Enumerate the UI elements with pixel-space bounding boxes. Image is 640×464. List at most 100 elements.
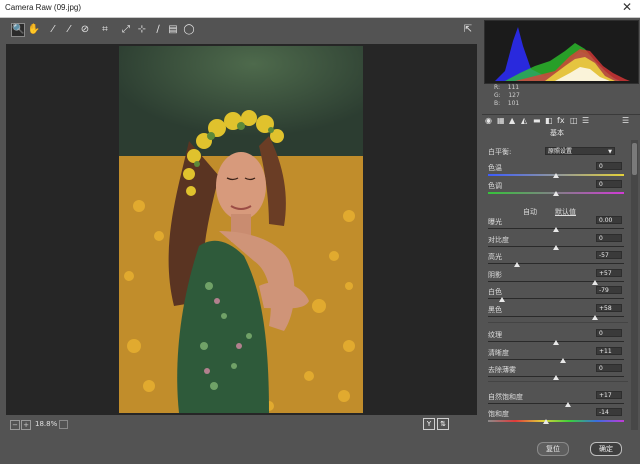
close-icon[interactable]: ✕ [622,0,632,14]
calibration-tab-icon[interactable]: ◫ [570,116,578,125]
slider-value-field[interactable]: -57 [596,251,622,259]
slider-thumb[interactable] [499,297,506,302]
effects-tab-icon[interactable]: fx [557,116,565,125]
slider-track[interactable] [488,315,624,317]
slider-label: 对比度 [488,235,509,244]
slider-value-field[interactable]: 0.00 [596,216,622,224]
slider-label: 黑色 [488,305,502,314]
slider-value-field[interactable]: 0 [596,329,622,337]
default-button[interactable]: 默认值 [555,207,576,217]
slider-value-field[interactable]: 0 [596,180,622,188]
slider-value-field[interactable]: -79 [596,286,622,294]
swap-settings-icon[interactable]: ⇅ [437,418,449,430]
scrollbar-thumb[interactable] [632,143,637,175]
panel-title: 基本 [550,129,564,137]
slider-track[interactable] [488,403,624,404]
slider-value-field[interactable]: +11 [596,346,622,355]
slider-thumb[interactable] [592,314,599,320]
ok-button[interactable]: 确定 [590,442,622,456]
preview-bottom-bar: − + 18.8% Y ⇅ [0,416,482,432]
white-balance-value: 原照设置 [548,148,573,155]
slider-label: 纹理 [488,331,502,339]
b-label: B: [494,100,501,107]
crop-tool-icon[interactable]: ⌗ [98,23,112,37]
slider-label: 去除薄雾 [488,366,516,374]
divider [488,322,628,323]
straighten-tool-icon[interactable]: ⤢ [119,23,133,37]
detail-tab-icon[interactable]: ▲ [509,116,515,125]
graduated-filter-icon[interactable]: ▤ [166,23,180,37]
slider-thumb[interactable] [553,244,559,250]
zoom-tool-icon[interactable]: 🔍 [11,23,25,37]
slider-thumb[interactable] [564,402,571,407]
spot-removal-tool-icon[interactable]: ⊹ [135,23,149,37]
open-preferences-icon[interactable]: ⇱ [461,23,475,37]
slider-label: 色调 [488,182,502,190]
slider-value-field[interactable]: +58 [596,303,622,312]
slider-label: 清晰度 [488,348,509,357]
slider-track[interactable] [488,280,624,282]
slider-track[interactable] [488,263,624,264]
adjustment-panel: R: 111 G: 127 B: 101 ◉ ▦ ▲ ◭ ▬ ◧ fx ◫ ☰ … [482,18,640,432]
slider-track[interactable] [488,298,624,299]
r-value: 111 [507,84,520,91]
before-after-toggle[interactable]: Y [423,418,435,430]
hsl-tab-icon[interactable]: ◭ [521,116,527,125]
slider-value-field[interactable]: +17 [596,391,622,399]
zoom-in-icon[interactable]: + [21,420,31,430]
white-balance-tool-icon[interactable]: ⁄ [46,23,60,37]
g-value: 127 [508,92,520,99]
adjustment-brush-icon[interactable]: ∕ [151,23,165,37]
basic-tab-icon[interactable]: ◉ [485,116,492,125]
slider-label: 白色 [488,288,502,296]
slider-thumb[interactable] [553,340,559,345]
white-balance-label: 白平衡: [488,148,512,156]
slider-thumb[interactable] [543,419,550,424]
slider-value-field[interactable]: 0 [596,364,622,372]
slider-label: 自然饱和度 [488,393,523,401]
slider-thumb[interactable] [591,279,598,285]
slider-value-field[interactable]: +57 [596,268,622,277]
slider-thumb[interactable] [553,173,559,178]
tone-curve-tab-icon[interactable]: ▦ [497,116,505,125]
slider-thumb[interactable] [560,357,567,363]
white-balance-select[interactable]: 原照设置 ▼ [545,147,615,155]
zoom-dropdown[interactable] [59,420,68,429]
slider-label: 曝光 [488,218,502,226]
slider-thumb[interactable] [514,262,521,267]
reset-button[interactable]: 复位 [537,442,569,456]
photo-preview[interactable] [119,46,363,413]
hand-tool-icon[interactable]: ✋ [27,23,41,37]
lens-tab-icon[interactable]: ◧ [545,116,553,125]
image-preview-area [6,44,477,415]
slider-value-field[interactable]: 0 [596,162,622,170]
slider-value-field[interactable]: -14 [596,408,622,416]
chevron-down-icon: ▼ [608,149,612,155]
presets-tab-icon[interactable]: ☰ [582,116,589,125]
slider-track[interactable] [488,420,624,422]
window-title: Camera Raw (09.jpg) [5,3,82,12]
auto-button[interactable]: 自动 [523,207,537,217]
slider-track[interactable] [488,358,624,360]
zoom-level: 18.8% [35,420,58,428]
rgb-readout: R: 111 G: 127 B: 101 [494,84,520,108]
histogram [484,20,639,84]
g-label: G: [494,92,501,99]
panel-menu-icon[interactable]: ☰ [622,116,629,125]
footer: 复位 确定 [0,432,640,464]
panel-tabs: ◉ ▦ ▲ ◭ ▬ ◧ fx ◫ ☰ ☰ [482,114,640,127]
slider-thumb[interactable] [553,375,559,380]
toolbar: 🔍 ✋ ⁄ ⁄ ⊘ ⌗ ⤢ ⊹ ∕ ▤ ◯ ⇱ [0,18,482,44]
panel-scrollbar[interactable] [631,140,638,430]
r-label: R: [494,84,501,91]
slider-label: 高光 [488,253,502,261]
slider-thumb[interactable] [553,227,559,232]
slider-thumb[interactable] [553,191,559,196]
radial-filter-icon[interactable]: ◯ [182,23,196,37]
zoom-out-icon[interactable]: − [10,420,20,430]
slider-value-field[interactable]: 0 [596,233,622,242]
color-sampler-tool-icon[interactable]: ⁄ [62,23,76,37]
split-toning-tab-icon[interactable]: ▬ [533,116,541,125]
targeted-adjustment-tool-icon[interactable]: ⊘ [78,23,92,37]
slider-label: 色温 [488,164,502,172]
